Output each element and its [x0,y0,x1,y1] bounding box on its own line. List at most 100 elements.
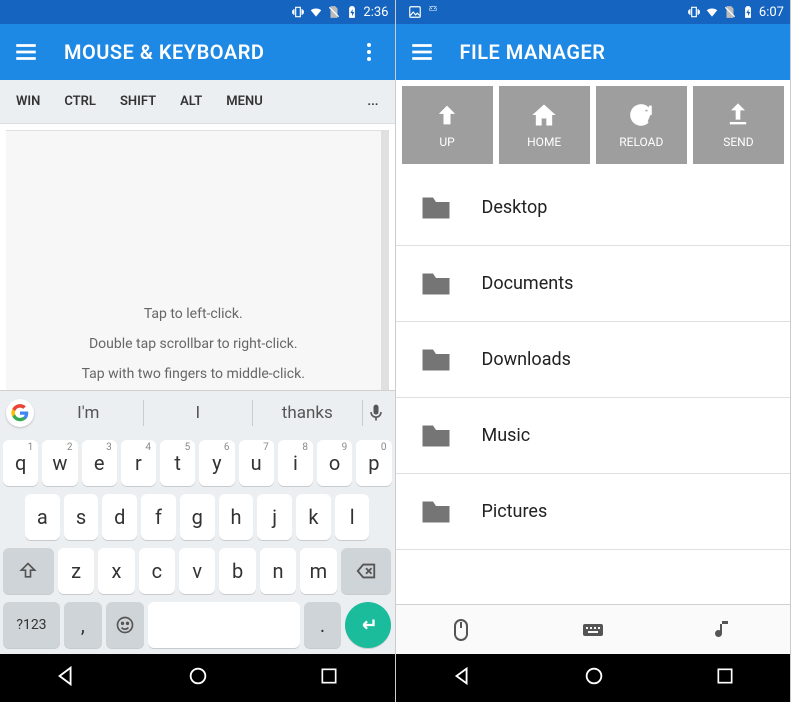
key-v[interactable]: v [179,548,215,594]
app-bar: FILE MANAGER [396,24,791,80]
image-notification-icon [408,5,422,19]
key-d[interactable]: d [102,494,137,540]
key-m[interactable]: m [300,548,336,594]
key-b[interactable]: b [219,548,255,594]
suggestion-1[interactable]: I'm [34,400,144,426]
key-period[interactable]: . [304,602,342,648]
nav-home-icon[interactable] [187,665,209,691]
touchpad-area[interactable]: Tap to left-click. Double tap scrollbar … [6,130,389,390]
key-t[interactable]: 5t [160,440,195,486]
action-reload-label: RELOAD [619,135,663,149]
no-sim-icon [723,5,737,19]
mic-icon[interactable] [363,400,389,426]
key-l[interactable]: l [335,494,370,540]
key-backspace[interactable] [341,548,392,594]
nav-recent-icon[interactable] [319,666,339,690]
mouse-icon [449,618,473,642]
folder-icon [418,418,454,454]
reload-icon [627,101,655,129]
action-home[interactable]: HOME [499,86,590,164]
key-c[interactable]: c [139,548,175,594]
key-z[interactable]: z [58,548,94,594]
key-p[interactable]: 0p [356,440,391,486]
key-enter[interactable] [345,602,391,648]
folder-icon [418,494,454,530]
tab-music[interactable] [659,605,791,654]
action-reload[interactable]: RELOAD [596,86,687,164]
key-comma[interactable]: , [64,602,102,648]
modkey-win[interactable]: WIN [4,80,52,123]
key-a[interactable]: a [25,494,60,540]
action-up[interactable]: UP [402,86,493,164]
folder-item-documents[interactable]: Documents [396,246,791,322]
key-q[interactable]: 1q [3,440,38,486]
key-n[interactable]: n [260,548,296,594]
nav-recent-icon[interactable] [715,666,735,690]
modkey-ctrl[interactable]: CTRL [52,80,108,123]
status-time: 2:36 [363,5,388,20]
folder-label: Pictures [482,501,548,522]
touchpad-hint-2: Double tap scrollbar to right-click. [89,336,298,352]
key-symbols[interactable]: ?123 [3,602,60,648]
overflow-menu-icon[interactable] [355,38,383,66]
modkey-more[interactable]: ... [355,80,390,123]
key-shift[interactable] [3,548,54,594]
tab-mouse[interactable] [396,605,528,654]
key-h[interactable]: h [219,494,254,540]
nav-back-icon[interactable] [55,665,77,691]
system-nav-bar [0,654,395,702]
menu-icon[interactable] [12,38,40,66]
folder-label: Documents [482,273,574,294]
folder-item-music[interactable]: Music [396,398,791,474]
app-title: FILE MANAGER [460,40,606,64]
google-icon[interactable] [6,399,34,427]
modkey-shift[interactable]: SHIFT [108,80,168,123]
key-x[interactable]: x [98,548,134,594]
key-g[interactable]: g [180,494,215,540]
key-o[interactable]: 9o [317,440,352,486]
phone-file-manager: 6:07 FILE MANAGER UP HOME RELOAD SEND De… [396,0,791,702]
action-button-row: UP HOME RELOAD SEND [396,80,791,170]
key-u[interactable]: 7u [239,440,274,486]
tab-keyboard[interactable] [527,605,659,654]
bottom-tab-row [396,604,791,654]
folder-icon [418,342,454,378]
menu-icon[interactable] [408,38,436,66]
action-home-label: HOME [527,135,561,149]
app-title: MOUSE & KEYBOARD [64,40,264,64]
modkey-alt[interactable]: ALT [168,80,214,123]
modkey-menu[interactable]: MENU [214,80,274,123]
touchpad-hint-3: Tap with two fingers to middle-click. [82,366,305,382]
nav-back-icon[interactable] [451,665,473,691]
key-i[interactable]: 8i [278,440,313,486]
folder-item-downloads[interactable]: Downloads [396,322,791,398]
key-k[interactable]: k [296,494,331,540]
upload-icon [724,101,752,129]
folder-icon [418,266,454,302]
key-emoji[interactable] [106,602,144,648]
music-note-icon [712,618,736,642]
action-send-label: SEND [723,135,753,149]
vibrate-icon [291,5,305,19]
key-w[interactable]: 2w [42,440,77,486]
soft-keyboard: 1q 2w 3e 4r 5t 6y 7u 8i 9o 0p a s d f g … [0,434,395,654]
suggestion-2[interactable]: I [144,400,254,426]
nav-home-icon[interactable] [583,665,605,691]
key-r[interactable]: 4r [121,440,156,486]
action-send[interactable]: SEND [693,86,784,164]
folder-list[interactable]: Desktop Documents Downloads Music Pictur… [396,170,791,604]
key-j[interactable]: j [257,494,292,540]
folder-label: Desktop [482,197,548,218]
key-space[interactable] [148,602,300,648]
phone-mouse-keyboard: 2:36 MOUSE & KEYBOARD WIN CTRL SHIFT ALT… [0,0,396,702]
status-time: 6:07 [759,5,784,20]
key-s[interactable]: s [64,494,99,540]
suggestion-3[interactable]: thanks [253,400,363,426]
key-y[interactable]: 6y [199,440,234,486]
key-f[interactable]: f [141,494,176,540]
folder-label: Music [482,425,531,446]
battery-charging-icon [741,5,755,19]
key-e[interactable]: 3e [82,440,117,486]
folder-item-desktop[interactable]: Desktop [396,170,791,246]
folder-item-pictures[interactable]: Pictures [396,474,791,550]
